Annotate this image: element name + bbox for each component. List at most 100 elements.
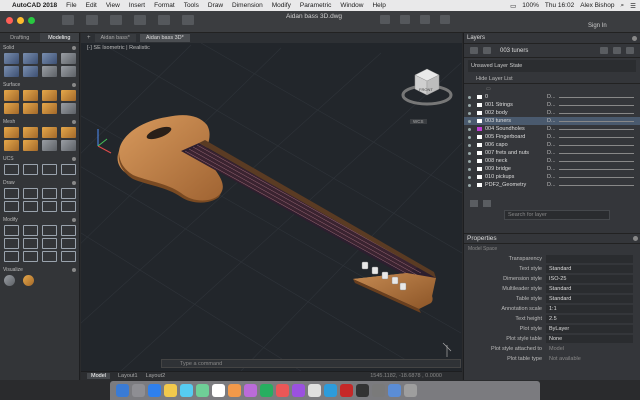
trim-icon[interactable] xyxy=(4,251,19,262)
tab-model[interactable]: Model xyxy=(87,373,110,379)
fillet-edge-icon[interactable] xyxy=(42,66,57,77)
slice-icon[interactable] xyxy=(61,66,76,77)
property-value[interactable]: ISO-25 xyxy=(546,275,633,283)
ucs-world-icon[interactable] xyxy=(23,164,38,175)
layer-linetype[interactable] xyxy=(559,128,634,130)
mail-icon[interactable] xyxy=(180,384,193,397)
close-icon[interactable] xyxy=(632,35,637,41)
tab-drafting[interactable]: Drafting xyxy=(0,33,40,42)
property-value[interactable]: Standard xyxy=(546,285,633,293)
layer-visibility-icon[interactable] xyxy=(468,183,471,187)
layer-row[interactable]: 006 capo D... xyxy=(464,141,640,149)
ucs-icon[interactable] xyxy=(4,164,19,175)
freeze-icon[interactable] xyxy=(483,199,491,207)
property-value[interactable]: Standard xyxy=(546,265,633,273)
surface-offset-icon[interactable] xyxy=(4,103,19,114)
battery-icon[interactable]: ▭ xyxy=(510,2,516,10)
command-input[interactable]: Type a command xyxy=(180,361,222,367)
menu-insert[interactable]: Insert xyxy=(129,2,145,9)
layer-row[interactable]: 003 tuners D... xyxy=(464,117,640,125)
layer-visibility-icon[interactable] xyxy=(468,119,471,123)
subtract-icon[interactable] xyxy=(4,66,19,77)
layer-linetype[interactable] xyxy=(559,152,634,154)
light-bulb-icon[interactable] xyxy=(23,275,34,286)
minimize-window-button[interactable] xyxy=(17,17,24,24)
property-value[interactable]: 1:1 xyxy=(546,305,633,313)
surface-trim-icon[interactable] xyxy=(23,103,38,114)
smooth-less-icon[interactable] xyxy=(61,127,76,138)
property-value[interactable]: 2.5 xyxy=(546,315,633,323)
spotify-icon[interactable] xyxy=(260,384,273,397)
clock[interactable]: Thu 16:02 xyxy=(545,2,574,9)
layer-color-swatch[interactable] xyxy=(477,151,482,155)
layer-linetype[interactable] xyxy=(559,184,634,186)
rectangle-icon[interactable] xyxy=(23,201,38,212)
new-icon[interactable] xyxy=(62,15,74,25)
surface-network-icon[interactable] xyxy=(4,90,19,101)
layer-settings-icon[interactable] xyxy=(626,47,634,54)
tab-layout1[interactable]: Layout1 xyxy=(118,373,138,379)
layer-row[interactable]: 004 Soundholes D... xyxy=(464,125,640,133)
viewport-label[interactable]: [-] SE Isometric | Realistic xyxy=(87,45,150,51)
layer-color-swatch[interactable] xyxy=(477,135,482,139)
downloads-icon[interactable] xyxy=(388,384,401,397)
search-icon[interactable]: ⌕ xyxy=(621,2,625,10)
menu-edit[interactable]: Edit xyxy=(86,2,97,9)
preview-icon[interactable] xyxy=(308,384,321,397)
smooth-more-icon[interactable] xyxy=(42,127,57,138)
refine-mesh-icon[interactable] xyxy=(4,140,19,151)
delete-layer-icon[interactable] xyxy=(613,47,621,54)
hatch-icon[interactable] xyxy=(42,201,57,212)
layer-visibility-icon[interactable] xyxy=(468,167,471,171)
layer-visibility-icon[interactable] xyxy=(468,175,471,179)
layer-color-swatch[interactable] xyxy=(477,167,482,171)
safari-icon[interactable] xyxy=(148,384,161,397)
layer-row[interactable]: 001 Strings D... xyxy=(464,101,640,109)
layout-icon[interactable] xyxy=(400,15,410,24)
property-value[interactable]: ByLayer xyxy=(546,325,633,333)
layer-state-dropdown[interactable]: Unsaved Layer State xyxy=(468,60,636,72)
circle-icon[interactable] xyxy=(23,188,38,199)
chrome-icon[interactable] xyxy=(164,384,177,397)
close-icon[interactable] xyxy=(72,120,76,124)
layer-visibility-icon[interactable] xyxy=(468,127,471,131)
terminal-icon[interactable] xyxy=(356,384,369,397)
layer-row[interactable]: 007 frets and nuts D... xyxy=(464,149,640,157)
property-value[interactable]: Standard xyxy=(546,295,633,303)
menu-app[interactable]: AutoCAD 2018 xyxy=(12,2,57,9)
menu-draw[interactable]: Draw xyxy=(208,2,223,9)
layer-linetype[interactable] xyxy=(559,120,634,122)
property-value[interactable]: None xyxy=(546,335,633,343)
extrude-icon[interactable] xyxy=(23,53,38,64)
layer-visibility-icon[interactable] xyxy=(468,103,471,107)
save-icon[interactable] xyxy=(110,15,122,25)
close-icon[interactable] xyxy=(72,83,76,87)
layer-color-swatch[interactable] xyxy=(477,183,482,187)
user-name[interactable]: Alex Bishop xyxy=(580,2,614,9)
undo-icon[interactable] xyxy=(158,15,170,25)
current-layer[interactable]: 003 tuners xyxy=(500,48,528,54)
extend-icon[interactable] xyxy=(23,251,38,262)
music-icon[interactable] xyxy=(276,384,289,397)
layer-color-swatch[interactable] xyxy=(477,103,482,107)
layer-linetype[interactable] xyxy=(559,144,634,146)
menu-list-icon[interactable]: ☰ xyxy=(630,2,636,10)
close-window-button[interactable] xyxy=(6,17,13,24)
layer-search-input[interactable]: Search for layer xyxy=(504,210,610,220)
array-icon[interactable] xyxy=(42,238,57,249)
mesh-box-icon[interactable] xyxy=(4,127,19,138)
zoom-window-button[interactable] xyxy=(28,17,35,24)
menu-help[interactable]: Help xyxy=(372,2,385,9)
surface-loft-icon[interactable] xyxy=(23,90,38,101)
plot-icon[interactable] xyxy=(134,15,146,25)
layer-row[interactable]: 005 Fingerboard D... xyxy=(464,133,640,141)
menu-tools[interactable]: Tools xyxy=(184,2,199,9)
tab-layout2[interactable]: Layout2 xyxy=(146,373,166,379)
open-icon[interactable] xyxy=(86,15,98,25)
wcs-label[interactable]: WCS xyxy=(410,119,427,124)
close-icon[interactable] xyxy=(72,46,76,50)
close-icon[interactable] xyxy=(72,268,76,272)
menu-modify[interactable]: Modify xyxy=(272,2,291,9)
layer-color-swatch[interactable] xyxy=(477,159,482,163)
layer-properties-icon[interactable] xyxy=(483,47,491,54)
